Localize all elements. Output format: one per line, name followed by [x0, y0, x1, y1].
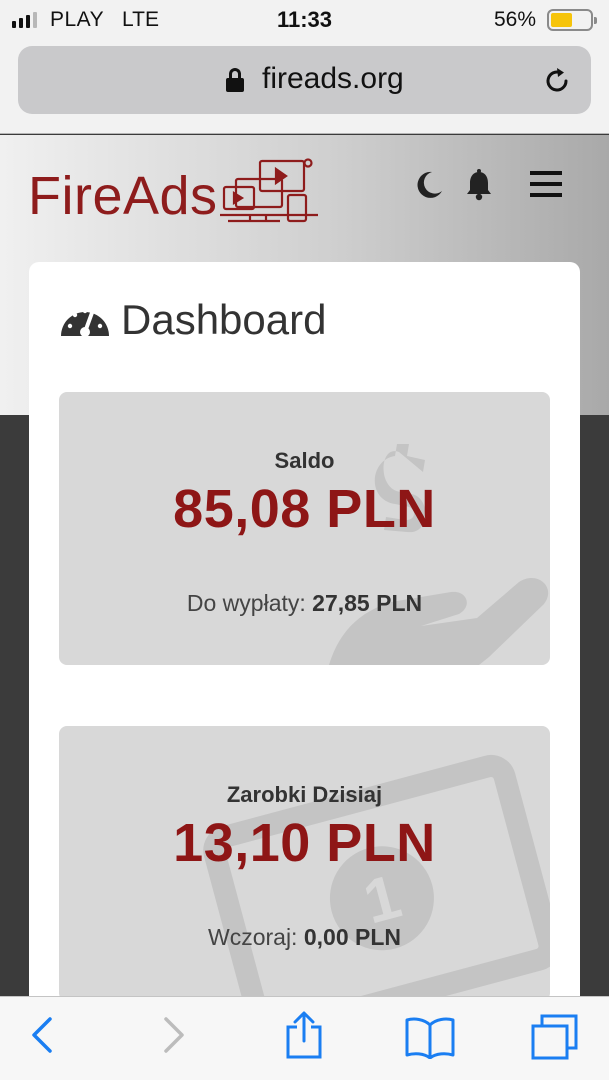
balance-label: Saldo	[274, 448, 335, 473]
battery-percent: 56%	[494, 8, 537, 31]
balance-stat-card: Saldo 85,08 PLN Do wypłaty: 27,85 PLN	[59, 392, 550, 665]
browser-address-area: fireads.org	[0, 40, 609, 134]
moon-icon[interactable]	[412, 169, 444, 201]
gauge-icon	[61, 308, 109, 337]
fireads-logo[interactable]: FireAds	[28, 158, 328, 231]
balance-payout: Do wypłaty: 27,85 PLN	[59, 590, 550, 617]
share-icon[interactable]	[284, 1011, 324, 1061]
bookmarks-icon[interactable]	[404, 1015, 456, 1059]
battery-icon	[547, 9, 597, 31]
hamburger-menu-icon[interactable]	[530, 169, 562, 199]
payout-value: 27,85 PLN	[312, 590, 423, 616]
logo-media-icon	[220, 158, 318, 223]
tabs-icon[interactable]	[530, 1013, 580, 1061]
logo-text: FireAds	[28, 166, 218, 226]
earnings-yesterday: Wczoraj: 0,00 PLN	[59, 924, 550, 951]
earnings-today-value: 13,10 PLN	[173, 813, 436, 873]
page-title: Dashboard	[121, 296, 327, 343]
payout-label: Do wypłaty:	[186, 590, 306, 616]
reload-icon[interactable]	[542, 66, 572, 96]
yesterday-value: 0,00 PLN	[303, 924, 401, 950]
bell-icon[interactable]	[464, 169, 494, 201]
balance-value: 85,08 PLN	[173, 479, 436, 539]
url-text[interactable]: fireads.org	[262, 62, 404, 96]
forward-icon[interactable]	[162, 1015, 186, 1055]
dashboard-card: Dashboard Saldo 85,08 PLN Do wypłaty: 27…	[29, 262, 580, 1022]
earnings-today-stat-card: 1 Zarobki Dzisiaj 13,10 PLN Wczoraj: 0,0…	[59, 726, 550, 1001]
earnings-today-label: Zarobki Dzisiaj	[226, 782, 383, 807]
status-bar: PLAY LTE 11:33 56%	[0, 0, 609, 40]
yesterday-label: Wczoraj:	[208, 924, 298, 950]
browser-toolbar	[0, 996, 609, 1080]
address-bar[interactable]: fireads.org	[18, 46, 591, 114]
back-icon[interactable]	[30, 1015, 54, 1055]
lock-icon	[226, 68, 244, 92]
